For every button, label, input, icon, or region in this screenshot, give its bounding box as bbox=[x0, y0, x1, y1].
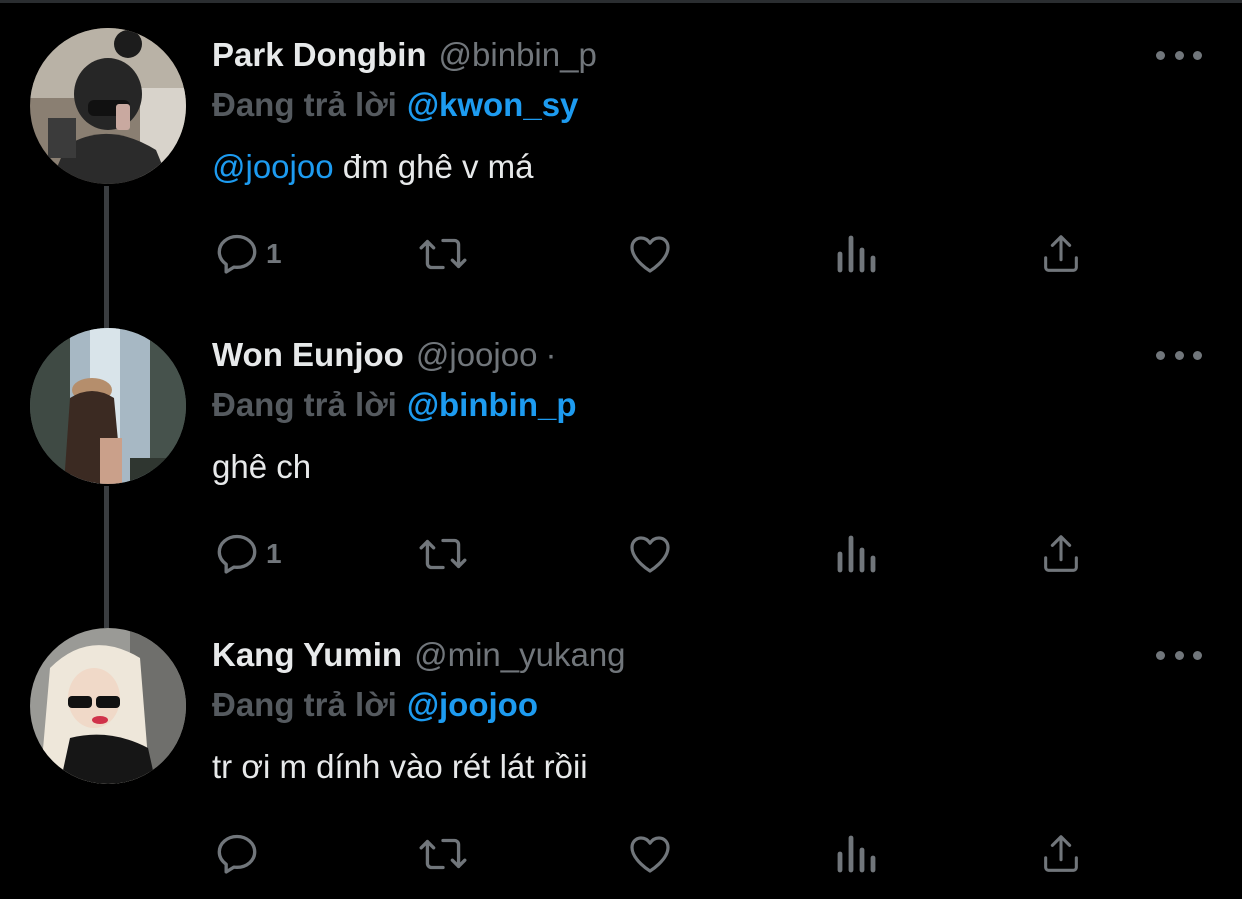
share-button[interactable] bbox=[1038, 226, 1084, 282]
reply-button[interactable] bbox=[212, 826, 266, 882]
retweet-button[interactable] bbox=[416, 826, 470, 882]
share-icon bbox=[1044, 835, 1078, 872]
heart-icon bbox=[630, 536, 670, 573]
more-icon[interactable] bbox=[1156, 340, 1202, 370]
mention-link[interactable]: @joojoo bbox=[212, 148, 334, 185]
replying-to: Đang trả lời @kwon_sy bbox=[212, 86, 578, 130]
heart-icon bbox=[630, 236, 670, 273]
replying-to-link[interactable]: @binbin_p bbox=[407, 386, 577, 423]
share-icon bbox=[1044, 535, 1078, 572]
tweet[interactable]: Won Eunjoo @joojoo · Đang trả lời @binbin… bbox=[0, 300, 1242, 628]
avatar[interactable] bbox=[30, 628, 186, 784]
reply-icon bbox=[217, 234, 257, 274]
like-button[interactable] bbox=[626, 226, 674, 282]
separator-dot: · bbox=[545, 336, 557, 373]
avatar[interactable] bbox=[30, 28, 186, 184]
action-bar: 1 bbox=[212, 526, 1112, 582]
replying-to-label: Đang trả lời bbox=[212, 386, 397, 423]
share-button[interactable] bbox=[1038, 826, 1084, 882]
tweet[interactable]: Park Dongbin @binbin_p Đang trả lời @kwon… bbox=[0, 0, 1242, 328]
reply-count: 1 bbox=[266, 538, 282, 569]
tweet-text: tr ơi m dính vào rét lát rồii bbox=[212, 748, 588, 792]
share-icon bbox=[1044, 235, 1078, 272]
share-button[interactable] bbox=[1038, 526, 1084, 582]
analytics-icon bbox=[837, 535, 876, 573]
user-handle[interactable]: @binbin_p bbox=[439, 36, 597, 74]
retweet-icon bbox=[419, 238, 467, 270]
tweet[interactable]: Kang Yumin @min_yukang Đang trả lời @jooj… bbox=[0, 600, 1242, 899]
reply-button[interactable]: 1 bbox=[212, 226, 282, 282]
reply-count: 1 bbox=[266, 238, 282, 269]
action-bar bbox=[212, 826, 1112, 882]
tweet-text: @joojoo đm ghê v má bbox=[212, 148, 534, 192]
reply-icon bbox=[217, 534, 257, 574]
analytics-icon bbox=[837, 235, 876, 273]
replying-to-label: Đang trả lời bbox=[212, 686, 397, 723]
tweet-header: Park Dongbin @binbin_p bbox=[212, 36, 597, 80]
analytics-icon bbox=[837, 835, 876, 873]
tweet-header: Won Eunjoo @joojoo · bbox=[212, 336, 556, 380]
tweet-thread: Park Dongbin @binbin_p Đang trả lời @kwon… bbox=[0, 0, 1242, 899]
analytics-button[interactable] bbox=[834, 826, 878, 882]
more-icon[interactable] bbox=[1156, 40, 1202, 70]
analytics-button[interactable] bbox=[834, 226, 878, 282]
avatar[interactable] bbox=[30, 328, 186, 484]
tweet-body: tr ơi m dính vào rét lát rồii bbox=[212, 748, 588, 785]
more-icon[interactable] bbox=[1156, 640, 1202, 670]
action-bar: 1 bbox=[212, 226, 1112, 282]
replying-to: Đang trả lời @joojoo bbox=[212, 686, 538, 730]
replying-to-link[interactable]: @kwon_sy bbox=[407, 86, 579, 123]
retweet-icon bbox=[419, 538, 467, 570]
replying-to-link[interactable]: @joojoo bbox=[407, 686, 538, 723]
tweet-body: ghê ch bbox=[212, 448, 312, 485]
user-handle[interactable]: @joojoo bbox=[416, 336, 538, 374]
reply-button[interactable]: 1 bbox=[212, 526, 282, 582]
like-button[interactable] bbox=[626, 826, 674, 882]
tweet-text: ghê ch bbox=[212, 448, 311, 492]
user-handle[interactable]: @min_yukang bbox=[414, 636, 625, 674]
display-name[interactable]: Park Dongbin bbox=[212, 36, 427, 74]
retweet-icon bbox=[419, 838, 467, 870]
heart-icon bbox=[630, 836, 670, 873]
replying-to-label: Đang trả lời bbox=[212, 86, 397, 123]
reply-icon bbox=[217, 834, 257, 874]
retweet-button[interactable] bbox=[416, 226, 470, 282]
tweet-body: đm ghê v má bbox=[333, 148, 534, 185]
like-button[interactable] bbox=[626, 526, 674, 582]
retweet-button[interactable] bbox=[416, 526, 470, 582]
analytics-button[interactable] bbox=[834, 526, 878, 582]
replying-to: Đang trả lời @binbin_p bbox=[212, 386, 577, 430]
display-name[interactable]: Kang Yumin bbox=[212, 636, 402, 674]
tweet-header: Kang Yumin @min_yukang bbox=[212, 636, 626, 680]
display-name[interactable]: Won Eunjoo bbox=[212, 336, 404, 374]
